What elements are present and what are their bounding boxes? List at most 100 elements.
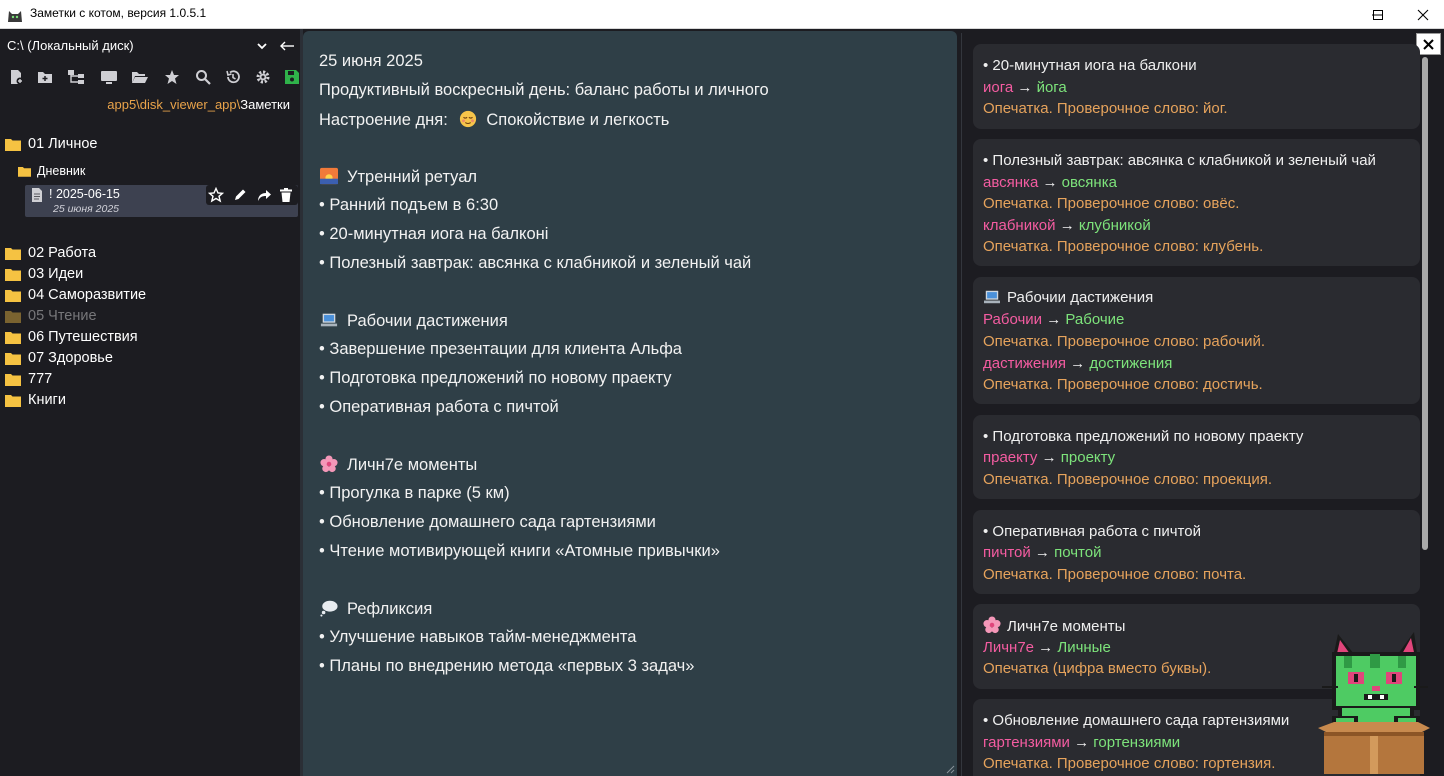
right-word: проекту (1060, 449, 1116, 466)
note-editor[interactable]: 25 июня 2025 Продуктивный воскресный ден… (303, 31, 957, 776)
note-title: ! 2025-06-15 (49, 187, 120, 201)
correction-note: Опечатка. Проверочное слово: гортензия. (983, 755, 1276, 772)
note-actions (206, 185, 298, 205)
tree-folder-books[interactable]: Книги (5, 390, 66, 410)
correction-note: Опечатка. Проверочное слово: овёс. (983, 195, 1240, 212)
save-button[interactable] (282, 67, 302, 87)
correction-note: Опечатка (цифра вместо буквы). (983, 660, 1212, 677)
tree-folder-diary[interactable]: Дневник (18, 162, 85, 180)
close-icon (1423, 38, 1434, 50)
editor-line: • Планы по внедрению метода «первых 3 за… (319, 657, 695, 675)
maximize-icon (1373, 9, 1383, 20)
tree-folder-ideas[interactable]: 03 Идеи (5, 264, 83, 284)
correction-card: • 20-минутная иога на балкони иога → йог… (973, 44, 1420, 129)
editor-line: • Прогулка в парке (5 км) (319, 484, 510, 502)
tree-folder-label: 03 Идеи (28, 266, 84, 282)
folder-icon (5, 247, 21, 260)
tree-folder-personal[interactable]: 01 Личное (5, 134, 97, 154)
card-heading: • Оперативная работа с пичтой (983, 523, 1201, 540)
favorite-note-button[interactable] (208, 187, 224, 203)
editor-line: Утренний ретуал (319, 167, 477, 187)
laptop-icon (984, 290, 1000, 304)
breadcrumb-segment[interactable]: app5 (107, 97, 136, 112)
cat-mascot-icon[interactable] (1318, 628, 1430, 774)
tree-folder-work[interactable]: 02 Работа (5, 243, 96, 263)
back-arrow-icon[interactable] (279, 39, 295, 53)
close-icon (1417, 9, 1429, 20)
share-icon (258, 190, 271, 201)
gear-icon (256, 70, 270, 84)
drive-selector[interactable]: C:\ (Локальный диск) (7, 38, 297, 56)
editor-line: • Улучшение навыков тайм-менеджмента (319, 628, 637, 646)
card-heading: Рабочии дастижения (983, 289, 1153, 306)
tree-folder-travel[interactable]: 06 Путешествия (5, 327, 138, 347)
delete-note-button[interactable] (278, 187, 294, 203)
correction-note: Опечатка. Проверочное слово: достичь. (983, 376, 1263, 393)
editor-line: • Подготовка предложений по новому праек… (319, 369, 672, 387)
resize-grip-icon[interactable] (945, 764, 955, 774)
mood-text: Спокойствие и легкость (486, 111, 670, 129)
close-window-button[interactable] (1400, 0, 1444, 29)
favorites-button[interactable] (162, 67, 182, 87)
tree-folder-777[interactable]: 777 (5, 369, 52, 389)
editor-line: Рабочии дастижения (319, 311, 508, 331)
wrong-word: гартензиями (983, 734, 1070, 751)
card-heading-text: Рабочии дастижения (1007, 289, 1154, 306)
wrong-word: пичтой (983, 544, 1031, 561)
search-button[interactable] (193, 67, 213, 87)
history-button[interactable] (223, 67, 243, 87)
document-icon (32, 188, 42, 202)
wrong-word: Личн7е (983, 639, 1035, 656)
laptop-icon (320, 313, 338, 327)
panel-scrollbar[interactable] (1422, 57, 1428, 550)
section-heading: Рефликсия (347, 600, 433, 618)
right-word: йога (1036, 79, 1067, 96)
computer-button[interactable] (99, 67, 119, 87)
correction-pair: иога → йога (983, 79, 1067, 96)
section-heading: Рабочии дастижения (347, 312, 508, 330)
tree-folder-label: Книги (28, 392, 66, 408)
tree-note-selected[interactable]: ! 2025-06-15 25 июня 2025 (25, 185, 298, 217)
wrong-word: дастижения (983, 355, 1067, 372)
right-word: Рабочие (1065, 311, 1125, 328)
maximize-button[interactable] (1355, 0, 1401, 29)
chevron-down-icon[interactable] (256, 38, 268, 54)
correction-pair: клабникой → клубникой (983, 217, 1151, 234)
new-folder-button[interactable] (35, 67, 55, 87)
right-word: почтой (1054, 544, 1102, 561)
wrong-word: авсянка (983, 174, 1039, 191)
wrong-word: праекту (983, 449, 1038, 466)
wrong-word: Рабочии (983, 311, 1043, 328)
correction-note: Опечатка. Проверочное слово: проекция. (983, 471, 1273, 488)
editor-line: Личн7е моменты (319, 455, 477, 475)
tree-folder-reading[interactable]: 05 Чтение (5, 306, 97, 326)
correction-card: • Оперативная работа с пичтой пичтой → п… (973, 510, 1420, 594)
tree-folder-label: 04 Саморазвитие (28, 287, 147, 303)
window-title: Заметки с котом, версия 1.0.5.1 (30, 6, 207, 20)
folder-icon (5, 394, 21, 407)
folder-icon (5, 289, 21, 302)
card-heading: • Обновление домашнего сада гартензиями (983, 712, 1290, 729)
edit-note-button[interactable] (232, 187, 248, 203)
card-heading: • Полезный завтрак: авсянка с клабникой … (983, 152, 1376, 169)
editor-line: Настроение дня: Спокойствие и легкость (319, 110, 669, 130)
right-word: овсянка (1061, 174, 1117, 191)
correction-note: Опечатка. Проверочное слово: рабочий. (983, 333, 1266, 350)
tree-folder-health[interactable]: 07 Здоровье (5, 348, 113, 368)
folder-icon (5, 268, 21, 281)
sidebar: C:\ (Локальный диск) app5\disk_viewer_ap… (0, 29, 300, 776)
tree-folder-label: Дневник (37, 164, 86, 178)
folder-icon (5, 310, 21, 323)
breadcrumb-segment[interactable]: disk_viewer_app (140, 97, 237, 112)
correction-pair: пичтой → почтой (983, 544, 1102, 561)
tree-folder-self-development[interactable]: 04 Саморазвитие (5, 285, 146, 305)
new-file-button[interactable] (6, 67, 26, 87)
correction-pair: дастижения → достижения (983, 355, 1173, 372)
share-note-button[interactable] (256, 187, 272, 203)
computer-icon (101, 71, 117, 84)
tree-view-button[interactable] (66, 67, 86, 87)
folder-icon (18, 166, 31, 177)
correction-note: Опечатка. Проверочное слово: почта. (983, 566, 1247, 583)
open-folder-button[interactable] (130, 67, 150, 87)
settings-button[interactable] (253, 67, 273, 87)
